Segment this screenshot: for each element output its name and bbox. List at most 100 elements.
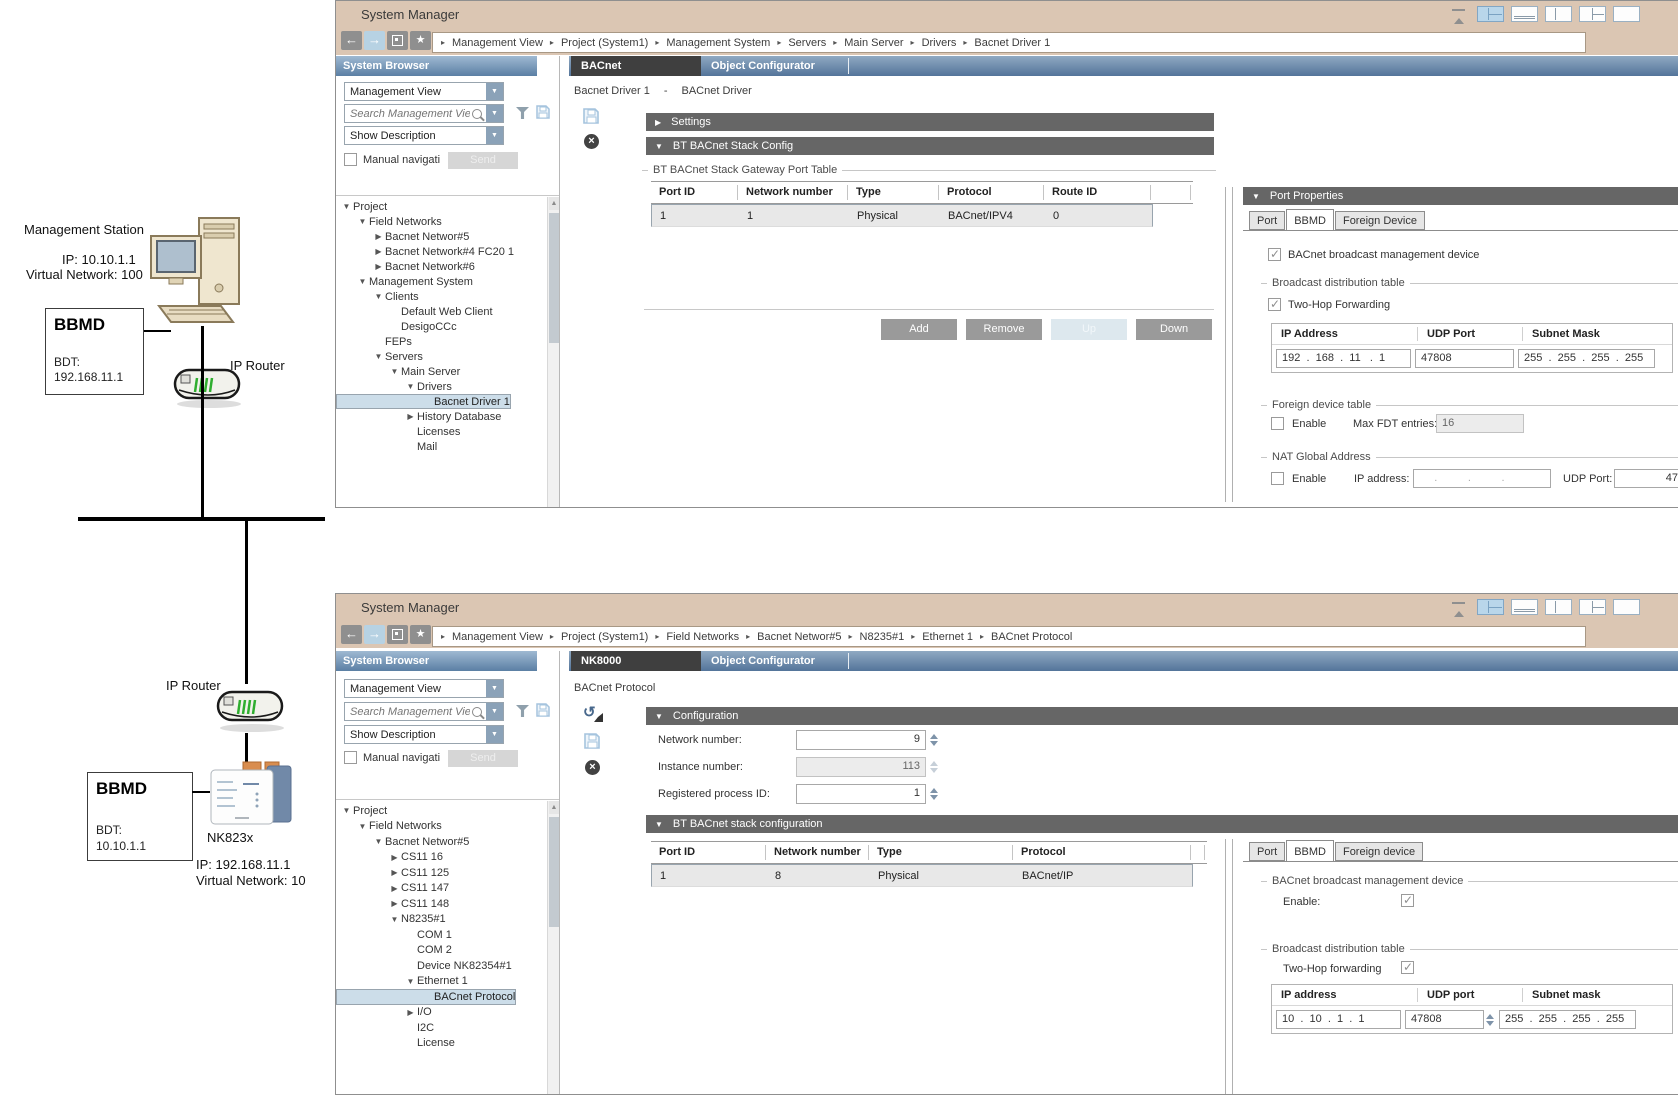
column-header-port-id[interactable]: Port ID — [651, 185, 738, 200]
tree-item-bacnet-networ-5[interactable]: ▶Bacnet Networ#5 — [336, 229, 547, 244]
layout-quad-icon[interactable] — [1477, 6, 1504, 22]
network-number-stepper[interactable] — [928, 730, 939, 749]
tab-port[interactable]: Port — [1249, 842, 1285, 861]
two-hop-checkbox[interactable] — [1268, 298, 1281, 311]
tree-item-feps[interactable]: FEPs — [336, 334, 547, 349]
filter-icon[interactable] — [516, 107, 529, 119]
subnet-mask-field[interactable]: 255 . 255 . 255 . 255 — [1499, 1010, 1636, 1029]
layout-grid-icon[interactable] — [1579, 599, 1606, 615]
tab-nk8000[interactable]: NK8000 — [571, 651, 701, 671]
breadcrumb-item-ethernet-1[interactable]: Ethernet 1 — [922, 631, 973, 643]
tree-scrollbar[interactable]: ▲ — [547, 801, 559, 1094]
chevron-collapsed-icon[interactable]: ▶ — [388, 899, 401, 908]
registered-process-id-stepper[interactable] — [928, 784, 939, 803]
add-button[interactable]: Add — [881, 319, 957, 340]
chevron-expanded-icon[interactable]: ▼ — [356, 217, 369, 226]
recent-locations-button[interactable] — [387, 625, 408, 644]
column-header[interactable]: Subnet Mask — [1522, 327, 1668, 341]
chevron-down-icon[interactable]: ▼ — [486, 127, 503, 144]
tree-item-bacnet-protocol[interactable]: BACnet Protocol — [336, 989, 516, 1005]
chevron-expanded-icon[interactable]: ▼ — [388, 915, 401, 924]
tree-item-servers[interactable]: ▼Servers — [336, 349, 547, 364]
column-header-network-number[interactable]: Network number — [766, 845, 869, 860]
layout-left-icon[interactable] — [1545, 6, 1572, 22]
tab-bacnet[interactable]: BACnet — [571, 56, 701, 76]
column-header[interactable]: IP Address — [1272, 328, 1417, 340]
tree-item-field-networks[interactable]: ▼Field Networks — [336, 819, 547, 835]
remove-button[interactable]: Remove — [966, 319, 1042, 340]
tab-port[interactable]: Port — [1249, 211, 1285, 230]
section-stack-configuration[interactable]: ▼ BT BACnet stack configuration — [646, 815, 1678, 833]
close-icon[interactable]: × — [584, 134, 599, 149]
chevron-down-icon[interactable]: ▼ — [486, 83, 503, 100]
column-header-protocol[interactable]: Protocol — [939, 185, 1044, 200]
registered-process-id-field[interactable]: 1 — [796, 784, 926, 804]
tree-item-bacnet-driver-1[interactable]: Bacnet Driver 1 — [336, 394, 511, 409]
tab-object-configurator[interactable]: Object Configurator — [711, 56, 815, 76]
description-selector[interactable]: Show Description ▼ — [344, 126, 504, 145]
back-button[interactable]: ← — [341, 625, 362, 644]
bbmd-enable-checkbox[interactable] — [1401, 894, 1414, 907]
tab-object-configurator[interactable]: Object Configurator — [711, 651, 815, 671]
chevron-collapsed-icon[interactable]: ▶ — [388, 853, 401, 862]
column-header-protocol[interactable]: Protocol — [1013, 845, 1191, 860]
column-header-network-number[interactable]: Network number — [738, 185, 848, 200]
description-selector[interactable]: Show Description ▼ — [344, 725, 504, 744]
tree-item-default-web-client[interactable]: Default Web Client — [336, 304, 547, 319]
chevron-collapsed-icon[interactable]: ▶ — [404, 412, 417, 421]
tree-item-n8235-1[interactable]: ▼N8235#1 — [336, 912, 547, 928]
udp-port-field[interactable]: 47808 — [1415, 349, 1514, 368]
udp-port-field[interactable]: 47808 — [1405, 1010, 1484, 1029]
chevron-collapsed-icon[interactable]: ▶ — [372, 262, 385, 271]
close-icon[interactable]: × — [585, 760, 600, 775]
collapse-panel-icon[interactable] — [1448, 6, 1470, 22]
breadcrumb-item-main-server[interactable]: Main Server — [844, 37, 903, 49]
section-settings[interactable]: ▶ Settings — [646, 113, 1214, 131]
chevron-expanded-icon[interactable]: ▼ — [356, 822, 369, 831]
search-box[interactable]: ▼ — [344, 702, 504, 721]
favorites-button[interactable]: ★ — [410, 625, 431, 644]
layout-grid-icon[interactable] — [1579, 6, 1606, 22]
bbmd-checkbox[interactable] — [1268, 248, 1281, 261]
nat-ip-field[interactable]: . . . — [1413, 469, 1551, 488]
scrollbar-thumb[interactable] — [549, 213, 559, 343]
tree-item-licenses[interactable]: Licenses — [336, 424, 547, 439]
tab-foreign-device[interactable]: Foreign device — [1335, 842, 1423, 861]
tree-item-cs11-148[interactable]: ▶CS11 148 — [336, 896, 547, 912]
splitter[interactable] — [1225, 839, 1226, 1094]
tab-foreign-device[interactable]: Foreign Device — [1335, 211, 1425, 230]
tree-item-com-1[interactable]: COM 1 — [336, 927, 547, 943]
subnet-mask-field[interactable]: 255 . 255 . 255 . 255 — [1518, 349, 1655, 368]
tree-item-bacnet-networ-5[interactable]: ▼Bacnet Networ#5 — [336, 834, 547, 850]
manual-navigation-checkbox[interactable] — [344, 153, 357, 166]
tree-item-field-networks[interactable]: ▼Field Networks — [336, 214, 547, 229]
column-header[interactable]: IP address — [1272, 989, 1417, 1001]
tree-item-project[interactable]: ▼Project — [336, 803, 547, 819]
network-number-field[interactable]: 9 — [796, 730, 926, 750]
breadcrumb-item-drivers[interactable]: Drivers — [922, 37, 957, 49]
view-selector[interactable]: Management View ▼ — [344, 82, 504, 101]
chevron-collapsed-icon[interactable]: ▶ — [388, 884, 401, 893]
view-selector[interactable]: Management View ▼ — [344, 679, 504, 698]
table-row[interactable]: 11PhysicalBACnet/IPV40 — [651, 204, 1153, 227]
tree-scrollbar[interactable]: ▲ — [547, 197, 559, 507]
layout-bottom-icon[interactable] — [1511, 6, 1538, 22]
chevron-expanded-icon[interactable]: ▼ — [372, 352, 385, 361]
recent-locations-button[interactable] — [387, 31, 408, 50]
breadcrumb-item-project-system1[interactable]: Project (System1) — [561, 631, 648, 643]
column-header[interactable]: UDP port — [1417, 988, 1522, 1002]
splitter[interactable] — [1232, 839, 1233, 1094]
chevron-expanded-icon[interactable]: ▼ — [372, 837, 385, 846]
udp-port-stepper[interactable] — [1484, 1010, 1495, 1029]
tree-item-clients[interactable]: ▼Clients — [336, 289, 547, 304]
ip-address-field[interactable]: 10 . 10 . 1 . 1 — [1276, 1010, 1401, 1029]
ip-address-field[interactable]: 192 . 168 . 11 . 1 — [1276, 349, 1411, 368]
chevron-expanded-icon[interactable]: ▼ — [404, 977, 417, 986]
tree-item-com-2[interactable]: COM 2 — [336, 943, 547, 959]
tree-item-i2c[interactable]: I2C — [336, 1020, 547, 1036]
back-button[interactable]: ← — [341, 31, 362, 50]
chevron-collapsed-icon[interactable]: ▶ — [388, 868, 401, 877]
column-header[interactable]: UDP Port — [1417, 327, 1522, 341]
splitter[interactable] — [1232, 187, 1233, 502]
tree-item-project[interactable]: ▼Project — [336, 199, 547, 214]
